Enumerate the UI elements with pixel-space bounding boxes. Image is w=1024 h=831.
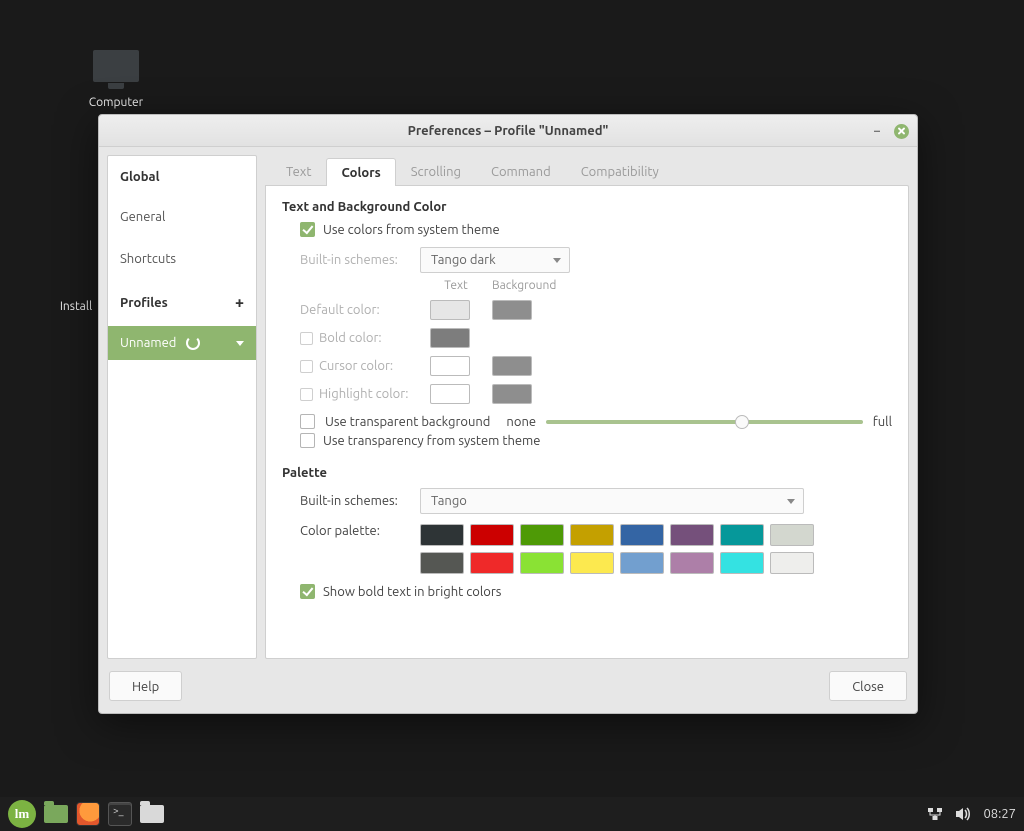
default-color-label: Default color:	[300, 303, 420, 317]
desktop-icon-label: Install	[46, 300, 106, 313]
highlight-color-label: Highlight color:	[319, 387, 408, 401]
default-bg-color-swatch[interactable]	[492, 300, 532, 320]
add-profile-button[interactable]: +	[235, 294, 244, 312]
tab-scrolling[interactable]: Scrolling	[396, 157, 476, 185]
palette-swatch-7[interactable]	[770, 524, 814, 546]
desktop-icon-computer[interactable]: Computer	[76, 50, 156, 109]
chevron-down-icon	[553, 258, 561, 263]
show-bold-bright-label: Show bold text in bright colors	[323, 585, 501, 599]
highlight-bg-color-swatch[interactable]	[492, 384, 532, 404]
slider-max-label: full	[873, 415, 892, 429]
taskbar: lm 08:27	[0, 797, 1024, 831]
palette-swatch-4[interactable]	[620, 524, 664, 546]
palette-swatch-3[interactable]	[570, 524, 614, 546]
sidebar: Global General Shortcuts Profiles + Unna…	[107, 155, 257, 659]
show-bold-bright-checkbox[interactable]	[300, 584, 315, 599]
preferences-dialog: Preferences – Profile "Unnamed" – Global…	[98, 114, 918, 714]
taskbar-terminal-button[interactable]	[108, 802, 132, 826]
default-text-color-swatch[interactable]	[430, 300, 470, 320]
profile-item-label: Unnamed	[120, 336, 176, 350]
sidebar-item-general[interactable]: General	[108, 196, 256, 238]
use-transparent-bg-checkbox[interactable]	[300, 414, 315, 429]
taskbar-firefox-button[interactable]	[76, 802, 100, 826]
dialog-footer: Help Close	[99, 665, 917, 713]
section-title-palette: Palette	[282, 466, 892, 480]
tab-text[interactable]: Text	[271, 157, 326, 185]
titlebar[interactable]: Preferences – Profile "Unnamed" –	[99, 115, 917, 147]
highlight-color-checkbox[interactable]	[300, 388, 313, 401]
palette-swatch-2[interactable]	[520, 524, 564, 546]
desktop-icon-label: Computer	[76, 96, 156, 109]
tab-bar: Text Colors Scrolling Command Compatibil…	[265, 155, 909, 185]
palette-grid	[420, 524, 814, 574]
tab-panel-colors: Text and Background Color Use colors fro…	[265, 185, 909, 659]
palette-builtin-label: Built-in schemes:	[300, 494, 412, 508]
palette-swatch-6[interactable]	[720, 524, 764, 546]
palette-builtin-select[interactable]: Tango	[420, 488, 804, 514]
taskbar-files-button[interactable]	[44, 802, 68, 826]
chevron-down-icon	[787, 499, 795, 504]
palette-swatch-1[interactable]	[470, 524, 514, 546]
taskbar-filemanager-button[interactable]	[140, 802, 164, 826]
tab-colors[interactable]: Colors	[326, 158, 395, 186]
tab-compatibility[interactable]: Compatibility	[566, 157, 674, 185]
palette-swatch-9[interactable]	[470, 552, 514, 574]
palette-swatch-0[interactable]	[420, 524, 464, 546]
palette-swatch-11[interactable]	[570, 552, 614, 574]
minimize-button[interactable]: –	[870, 124, 884, 138]
palette-swatch-14[interactable]	[720, 552, 764, 574]
monitor-icon	[92, 50, 140, 90]
highlight-text-color-swatch[interactable]	[430, 384, 470, 404]
close-button[interactable]: Close	[829, 671, 907, 701]
close-window-button[interactable]	[894, 124, 909, 139]
sidebar-profiles-label: Profiles	[120, 296, 168, 310]
desktop-icon-install[interactable]: Install	[46, 300, 106, 313]
volume-icon[interactable]	[955, 807, 971, 821]
tab-command[interactable]: Command	[476, 157, 566, 185]
sidebar-item-shortcuts[interactable]: Shortcuts	[108, 238, 256, 280]
use-system-theme-label: Use colors from system theme	[323, 223, 500, 237]
slider-thumb[interactable]	[735, 415, 749, 429]
builtin-schemes-value: Tango dark	[431, 253, 496, 267]
bold-color-label: Bold color:	[319, 331, 382, 345]
cursor-color-checkbox[interactable]	[300, 360, 313, 373]
loading-icon	[186, 336, 200, 350]
builtin-schemes-select[interactable]: Tango dark	[420, 247, 570, 273]
transparency-slider[interactable]	[546, 420, 863, 424]
palette-swatch-13[interactable]	[670, 552, 714, 574]
clock[interactable]: 08:27	[983, 807, 1016, 821]
use-sys-transparency-checkbox[interactable]	[300, 433, 315, 448]
use-system-theme-checkbox[interactable]	[300, 222, 315, 237]
section-title-text-bg: Text and Background Color	[282, 200, 892, 214]
palette-swatch-10[interactable]	[520, 552, 564, 574]
chevron-down-icon[interactable]	[236, 341, 244, 346]
system-tray: 08:27	[927, 807, 1016, 821]
network-icon[interactable]	[927, 807, 943, 821]
builtin-schemes-label: Built-in schemes:	[300, 253, 412, 267]
sidebar-header-profiles: Profiles +	[108, 280, 256, 326]
window-title: Preferences – Profile "Unnamed"	[408, 124, 609, 138]
sidebar-header-global: Global	[108, 156, 256, 196]
palette-swatch-12[interactable]	[620, 552, 664, 574]
palette-swatch-15[interactable]	[770, 552, 814, 574]
palette-swatch-8[interactable]	[420, 552, 464, 574]
cursor-text-color-swatch[interactable]	[430, 356, 470, 376]
col-header-background: Background	[492, 279, 544, 292]
start-menu-button[interactable]: lm	[8, 800, 36, 828]
use-transparent-bg-label: Use transparent background	[325, 415, 490, 429]
color-palette-label: Color palette:	[300, 520, 412, 538]
use-sys-transparency-label: Use transparency from system theme	[323, 434, 540, 448]
col-header-text: Text	[430, 279, 482, 292]
palette-builtin-value: Tango	[431, 494, 467, 508]
cursor-bg-color-swatch[interactable]	[492, 356, 532, 376]
profile-item-unnamed[interactable]: Unnamed	[108, 326, 256, 360]
help-button[interactable]: Help	[109, 671, 182, 701]
bold-color-checkbox[interactable]	[300, 332, 313, 345]
cursor-color-label: Cursor color:	[319, 359, 393, 373]
bold-color-swatch[interactable]	[430, 328, 470, 348]
slider-min-label: none	[506, 415, 536, 429]
palette-swatch-5[interactable]	[670, 524, 714, 546]
